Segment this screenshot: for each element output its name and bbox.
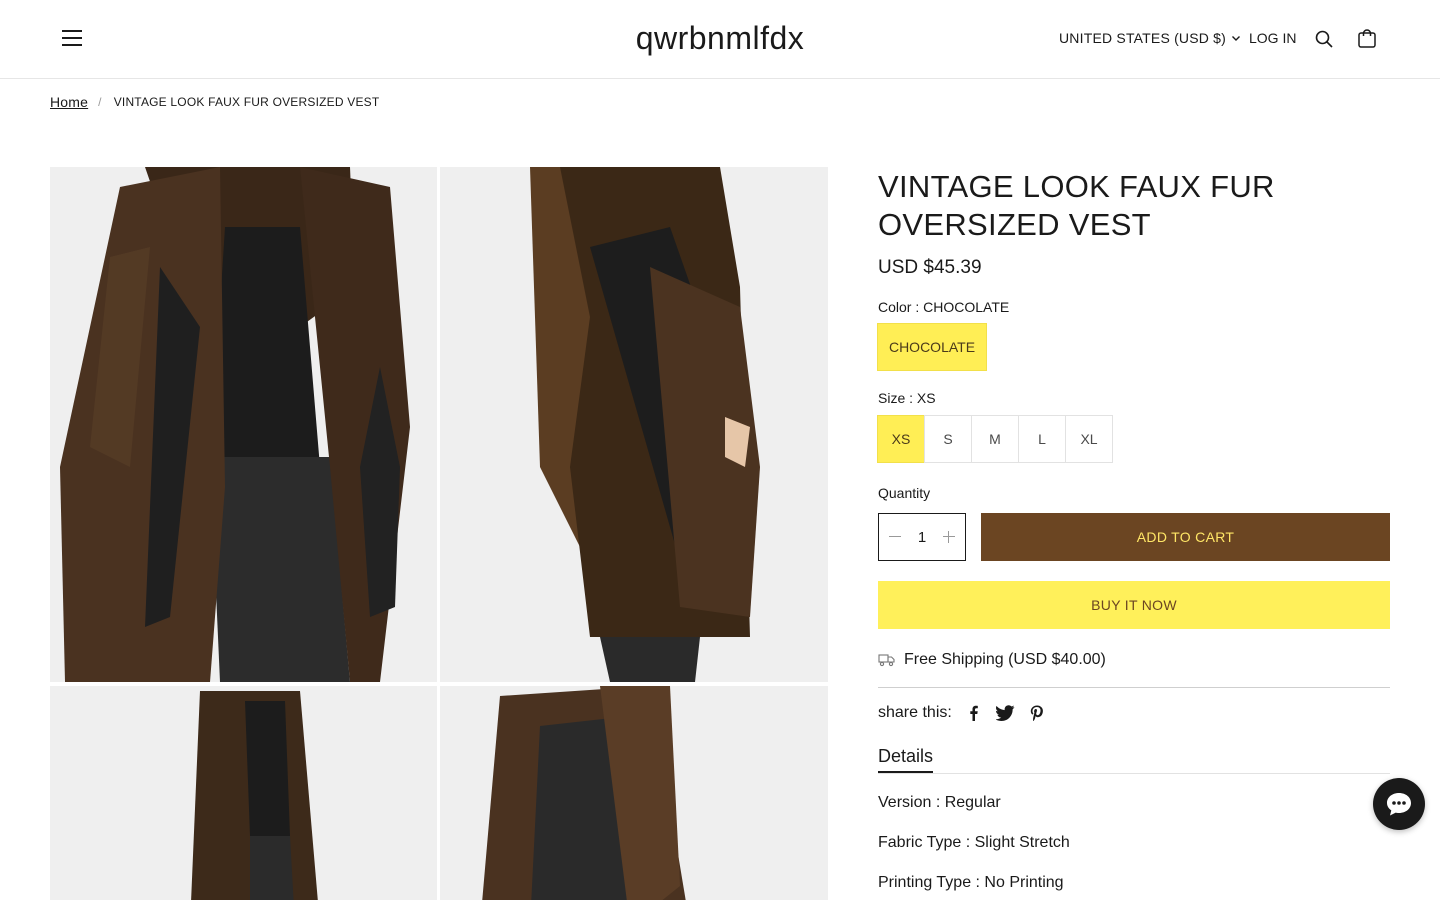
currency-label: UNITED STATES (USD $) [1059,30,1227,46]
shipping-text: Free Shipping (USD $40.00) [904,651,1106,668]
quantity-input[interactable]: 1 [918,529,926,546]
pinterest-icon[interactable] [1029,705,1045,721]
currency-selector[interactable]: UNITED STATES (USD $) [1059,30,1241,46]
breadcrumb: Home / VINTAGE LOOK FAUX FUR OVERSIZED V… [50,94,379,110]
increase-quantity-button[interactable] [943,531,955,543]
add-to-cart-button[interactable]: ADD TO CART [981,513,1390,561]
quantity-stepper: 1 [878,513,966,561]
product-title: VINTAGE LOOK FAUX FUR OVERSIZED VEST [878,169,1275,242]
chevron-down-icon [1232,36,1241,41]
chat-button[interactable] [1373,778,1425,830]
cart-icon[interactable] [1357,28,1377,49]
tab-details[interactable]: Details [878,746,934,773]
shipping-info: Free Shipping (USD $40.00) [878,651,1106,669]
detail-fabric-type: Fabric Type : Slight Stretch [878,834,1070,851]
truck-icon [878,654,895,667]
divider [878,687,1390,688]
chat-bubble-icon [1387,793,1411,816]
product-image-back[interactable] [440,686,828,900]
login-link[interactable]: LOG IN [1249,30,1296,46]
product-gallery [50,167,828,900]
breadcrumb-current: VINTAGE LOOK FAUX FUR OVERSIZED VEST [113,95,380,109]
size-option-xl[interactable]: XL [1065,415,1113,463]
size-label: Size : XS [878,390,936,406]
product-image-front[interactable] [50,167,437,682]
brand-logo[interactable]: qwrbnmlfdx [636,20,805,56]
detail-printing-type: Printing Type : No Printing [878,874,1064,891]
search-icon[interactable] [1314,29,1334,49]
buy-now-button[interactable]: BUY IT NOW [878,581,1390,629]
quantity-label: Quantity [878,485,931,501]
breadcrumb-separator: / [98,95,102,109]
size-options: XS S M L XL [877,415,1113,463]
twitter-icon[interactable] [995,705,1015,721]
color-option-chocolate[interactable]: CHOCOLATE [877,323,987,371]
menu-icon[interactable] [60,27,84,51]
size-option-xs[interactable]: XS [877,415,925,463]
size-option-s[interactable]: S [924,415,972,463]
product-image-full[interactable] [50,686,437,900]
facebook-icon[interactable] [966,705,982,721]
product-price: USD $45.39 [878,257,982,278]
size-option-l[interactable]: L [1018,415,1066,463]
detail-version: Version : Regular [878,794,1001,811]
product-image-side[interactable] [440,167,828,682]
breadcrumb-home[interactable]: Home [50,94,88,110]
color-label: Color : CHOCOLATE [878,299,1010,315]
tab-divider [878,773,1390,774]
share-bar: share this: [878,704,1045,722]
share-label: share this: [878,704,952,721]
site-header: qwrbnmlfdx UNITED STATES (USD $) LOG IN [0,0,1440,79]
size-option-m[interactable]: M [971,415,1019,463]
decrease-quantity-button[interactable] [889,531,901,543]
